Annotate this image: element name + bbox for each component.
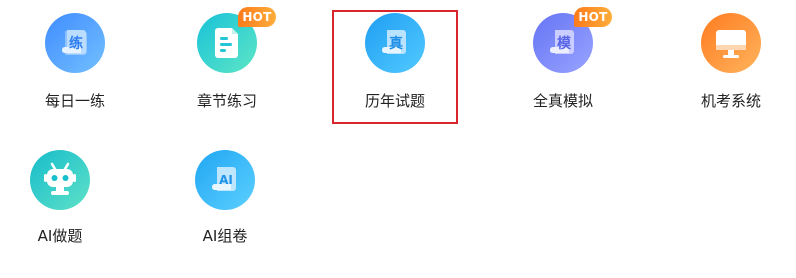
hot-badge: HOT <box>574 7 612 27</box>
item-daily-practice[interactable]: 练 每日一练 <box>0 0 150 130</box>
item-mock-exam[interactable]: 模 HOT 全真模拟 <box>488 0 638 130</box>
item-ai-practice-label: AI做题 <box>37 227 83 245</box>
item-mock-exam-label: 全真模拟 <box>532 92 593 110</box>
past-papers-glyph: 真 <box>389 35 403 52</box>
ai-paper-glyph: AI <box>219 173 233 187</box>
computer-exam-icon <box>701 13 761 73</box>
item-ai-paper[interactable]: AI AI组卷 <box>150 148 300 278</box>
past-papers-icon: 真 <box>365 13 425 73</box>
daily-practice-icon: 练 <box>45 13 105 73</box>
ai-paper-icon: AI <box>195 150 255 210</box>
mock-exam-glyph: 模 <box>557 35 572 52</box>
daily-practice-glyph: 练 <box>69 35 83 52</box>
item-ai-practice[interactable]: AI做题 <box>0 148 135 278</box>
item-ai-paper-label: AI组卷 <box>202 227 248 245</box>
item-daily-practice-label: 每日一练 <box>44 92 105 110</box>
item-chapter-practice-label: 章节练习 <box>196 92 257 110</box>
ai-robot-icon <box>30 150 90 210</box>
item-chapter-practice[interactable]: HOT 章节练习 <box>152 0 302 130</box>
item-computer-exam[interactable]: 机考系统 <box>656 0 796 130</box>
item-past-papers[interactable]: 真 历年试题 <box>320 0 470 130</box>
item-past-papers-label: 历年试题 <box>364 92 425 110</box>
hot-badge: HOT <box>238 7 276 27</box>
item-computer-exam-label: 机考系统 <box>700 92 761 110</box>
